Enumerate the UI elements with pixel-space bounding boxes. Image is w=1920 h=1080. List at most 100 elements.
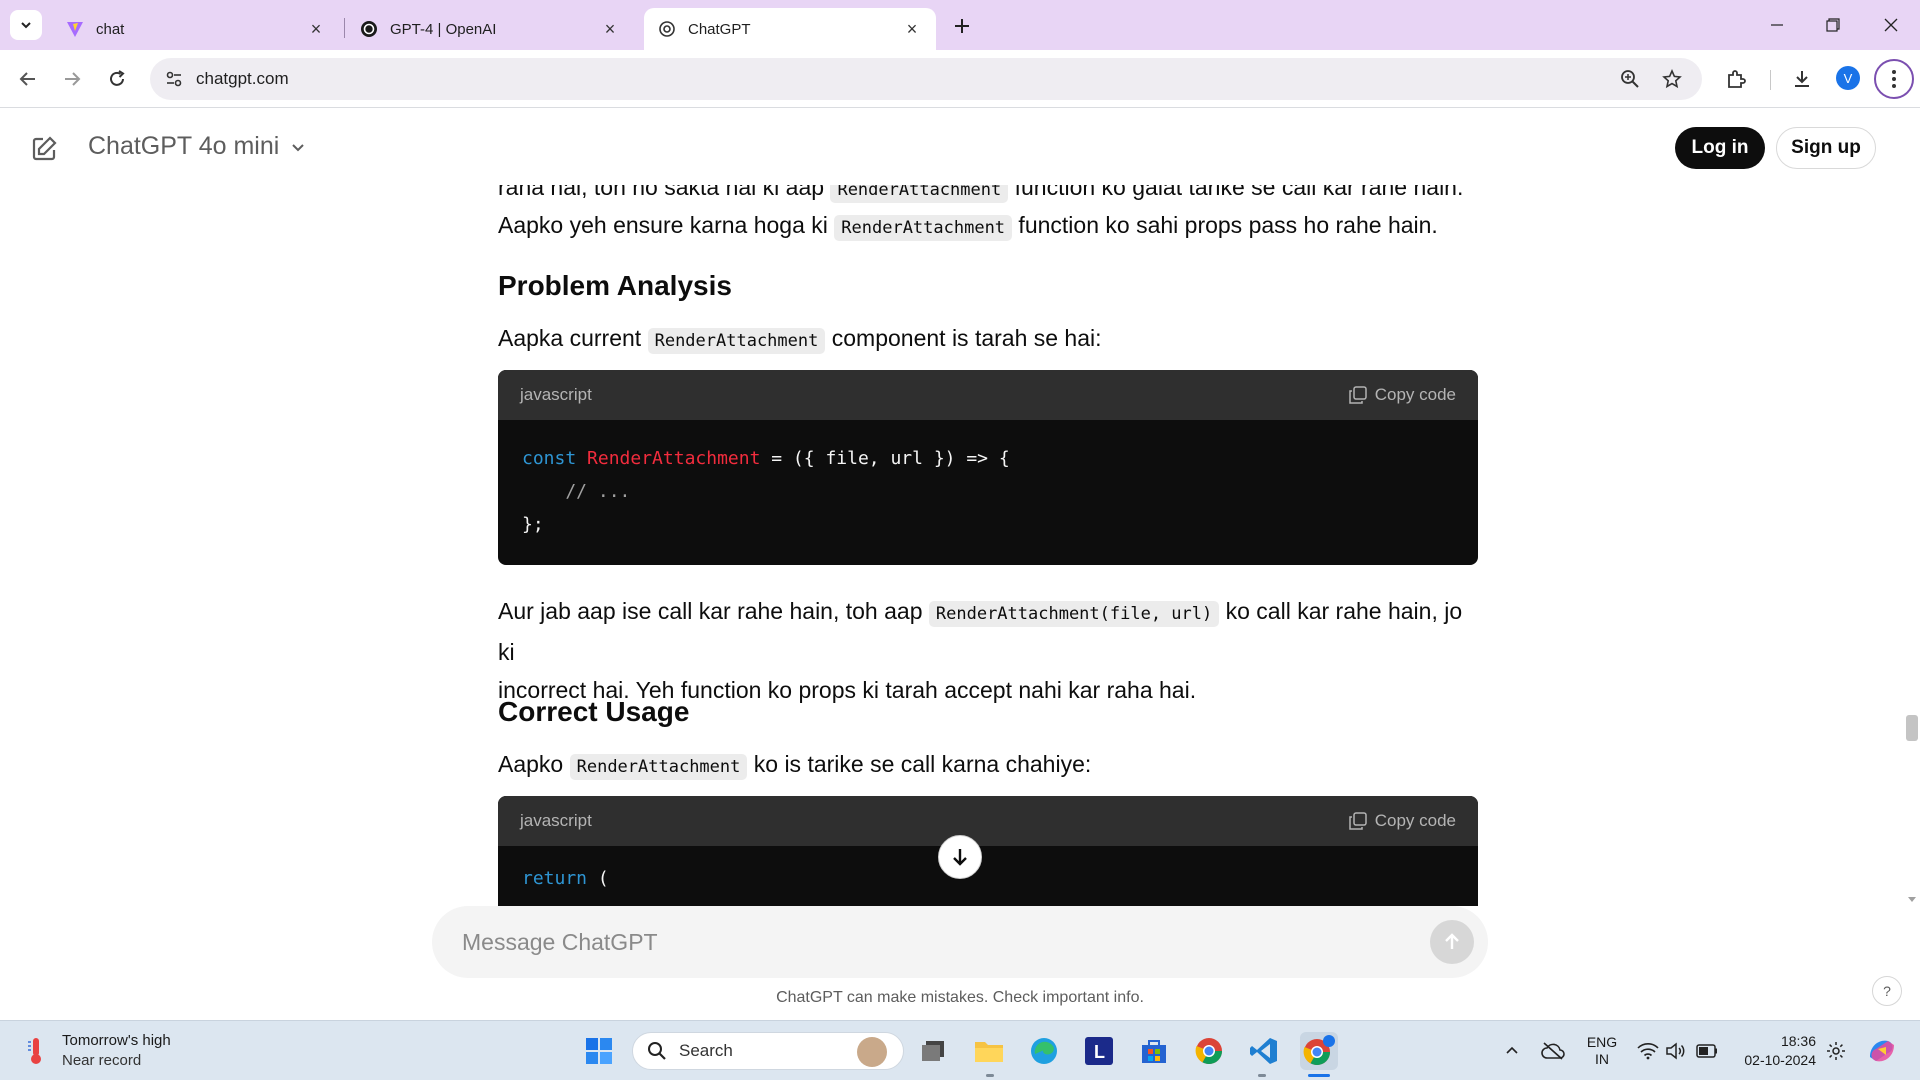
arrow-down-icon xyxy=(953,849,967,866)
browser-toolbar: chatgpt.com V xyxy=(0,50,1920,108)
site-info-icon[interactable] xyxy=(160,65,188,93)
file-explorer-button[interactable] xyxy=(970,1032,1008,1070)
tab-search-button[interactable] xyxy=(10,10,42,40)
show-hidden-icons-button[interactable] xyxy=(1500,1021,1524,1080)
l-app-icon: L xyxy=(1085,1037,1113,1065)
copilot-button[interactable] xyxy=(1862,1021,1902,1080)
heading-correct-usage: Correct Usage xyxy=(498,696,690,727)
wifi-button[interactable] xyxy=(1636,1021,1660,1080)
running-indicator xyxy=(1258,1074,1266,1077)
store-icon xyxy=(1142,1040,1166,1063)
svg-text:L: L xyxy=(1094,1042,1105,1062)
chrome-profile-icon xyxy=(1303,1035,1335,1066)
cloud-offline-icon xyxy=(1541,1042,1565,1060)
code-content: const RenderAttachment = ({ file, url })… xyxy=(522,448,1010,535)
code-block: javascript Copy code return ( xyxy=(498,796,1478,906)
volume-button[interactable] xyxy=(1664,1021,1688,1080)
message-paragraph: Aapko RenderAttachment ko is tarike se c… xyxy=(498,745,1478,786)
vscode-button[interactable] xyxy=(1245,1032,1283,1070)
close-icon[interactable]: × xyxy=(902,19,922,39)
inline-code: RenderAttachment xyxy=(647,328,826,354)
close-window-button[interactable] xyxy=(1876,10,1906,40)
tab-title: ChatGPT xyxy=(688,20,751,38)
battery-icon xyxy=(1696,1044,1717,1058)
tab-gpt4[interactable]: GPT-4 | OpenAI × xyxy=(346,8,634,50)
start-button[interactable] xyxy=(580,1032,618,1070)
close-icon[interactable]: × xyxy=(600,19,620,39)
minimize-button[interactable] xyxy=(1762,10,1792,40)
tab-title: chat xyxy=(96,20,125,38)
edit-icon xyxy=(32,136,57,161)
login-button[interactable]: Log in xyxy=(1675,127,1765,169)
tab-divider xyxy=(344,18,345,38)
conversation-area[interactable]: raha hai, toh ho sakta hai ki aap Render… xyxy=(0,109,1920,906)
edge-button[interactable] xyxy=(1025,1032,1063,1070)
forward-arrow-icon xyxy=(65,72,81,86)
vscode-icon xyxy=(1250,1038,1277,1064)
l-app-button[interactable]: L xyxy=(1080,1032,1118,1070)
onedrive-button[interactable] xyxy=(1538,1021,1568,1080)
weather-title: Tomorrow's high xyxy=(62,1032,171,1049)
url-text[interactable]: chatgpt.com xyxy=(196,69,289,89)
tab-chatgpt[interactable]: ChatGPT × xyxy=(644,8,936,50)
model-selector[interactable]: ChatGPT 4o mini xyxy=(88,132,307,161)
taskbar-search[interactable]: Search xyxy=(632,1032,904,1070)
chevron-up-icon xyxy=(1506,1046,1518,1054)
store-button[interactable] xyxy=(1135,1032,1173,1070)
new-tab-button[interactable] xyxy=(948,12,976,40)
message-paragraph: Aur jab aap ise call kar rahe hain, toh … xyxy=(498,598,1463,703)
toolbar-divider xyxy=(1770,70,1771,90)
profile-avatar[interactable]: V xyxy=(1836,66,1860,90)
battery-button[interactable] xyxy=(1694,1021,1720,1080)
message-paragraph: Aapka current RenderAttachment component… xyxy=(498,319,1478,360)
puzzle-icon xyxy=(1728,70,1746,88)
scroll-down-arrow[interactable] xyxy=(1908,897,1916,902)
send-button[interactable] xyxy=(1430,920,1474,964)
search-highlight-image xyxy=(857,1037,887,1067)
copy-code-button[interactable]: Copy code xyxy=(1348,385,1456,405)
weather-widget[interactable]: Tomorrow's high Near record xyxy=(24,1031,171,1071)
vite-icon xyxy=(66,20,84,38)
plus-icon xyxy=(955,19,969,33)
system-clock[interactable]: 18:36 02-10-2024 xyxy=(1738,1032,1816,1070)
inline-code: RenderAttachment xyxy=(569,754,748,780)
reload-icon xyxy=(110,70,125,86)
extensions-button[interactable] xyxy=(1720,63,1752,95)
code-language: javascript xyxy=(520,811,592,830)
edge-icon xyxy=(1031,1038,1057,1064)
copy-icon xyxy=(1348,812,1367,830)
chrome-profile-button[interactable] xyxy=(1300,1032,1338,1070)
chrome-button[interactable] xyxy=(1190,1032,1228,1070)
page-scrollbar[interactable] xyxy=(1904,109,1920,906)
task-view-button[interactable] xyxy=(914,1032,952,1070)
address-bar[interactable]: chatgpt.com xyxy=(150,58,1702,100)
code-language: javascript xyxy=(520,385,592,404)
back-button[interactable] xyxy=(12,63,44,95)
browser-menu-button[interactable] xyxy=(1874,59,1914,99)
bookmark-star-icon[interactable] xyxy=(1660,67,1684,91)
minimize-icon xyxy=(1771,24,1783,26)
new-chat-button[interactable] xyxy=(28,133,60,165)
disclaimer-text: ChatGPT can make mistakes. Check importa… xyxy=(776,989,1144,1006)
zoom-icon[interactable] xyxy=(1618,67,1642,91)
reload-button[interactable] xyxy=(101,63,133,95)
openai-icon xyxy=(360,20,378,38)
signup-button[interactable]: Sign up xyxy=(1776,127,1876,169)
chevron-down-icon xyxy=(21,22,31,29)
heading-problem-analysis: Problem Analysis xyxy=(498,270,732,301)
downloads-button[interactable] xyxy=(1786,63,1818,95)
restore-button[interactable] xyxy=(1818,10,1848,40)
language-indicator[interactable]: ENG IN xyxy=(1582,1021,1622,1080)
close-icon[interactable]: × xyxy=(306,19,326,39)
chatgpt-header: ChatGPT 4o mini Log in Sign up xyxy=(0,109,1920,185)
help-button[interactable]: ? xyxy=(1872,976,1902,1006)
tab-chat[interactable]: chat × xyxy=(52,8,340,50)
message-composer[interactable]: Message ChatGPT xyxy=(432,906,1488,978)
forward-button[interactable] xyxy=(56,63,88,95)
notification-gear-icon xyxy=(1827,1042,1845,1060)
notification-settings-button[interactable] xyxy=(1822,1021,1850,1080)
copy-code-button[interactable]: Copy code xyxy=(1348,811,1456,831)
message-input[interactable]: Message ChatGPT xyxy=(462,929,658,956)
scrollbar-thumb[interactable] xyxy=(1906,715,1918,741)
scroll-to-bottom-button[interactable] xyxy=(938,835,982,879)
